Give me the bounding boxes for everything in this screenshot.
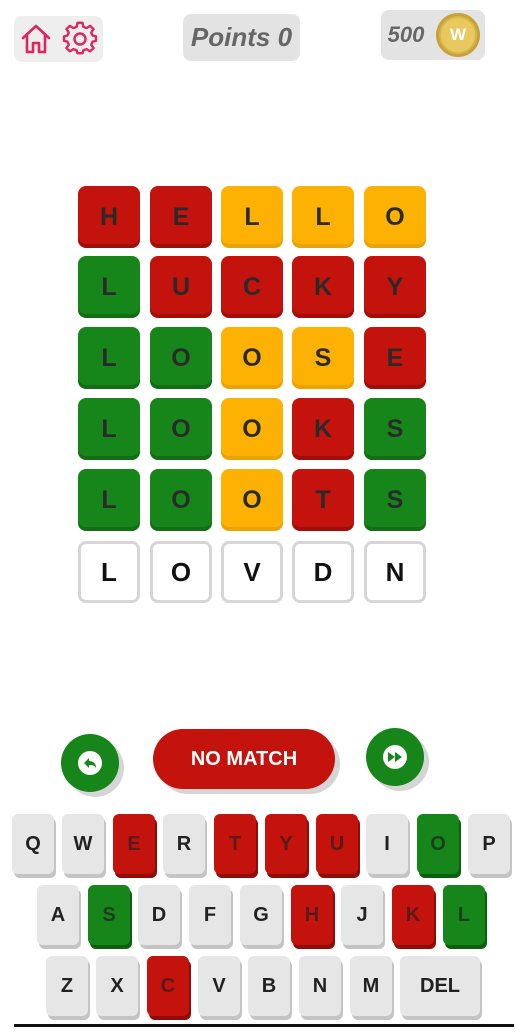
letter-tile: O bbox=[364, 186, 426, 248]
undo-icon bbox=[78, 751, 102, 775]
guess-row: LOOSE bbox=[78, 327, 430, 389]
current-guess-row: LOVDN bbox=[78, 541, 430, 603]
key-j[interactable]: J bbox=[341, 885, 383, 945]
key-v[interactable]: V bbox=[198, 956, 240, 1016]
fast-forward-icon bbox=[383, 745, 407, 769]
letter-tile: S bbox=[364, 469, 426, 531]
key-h[interactable]: H bbox=[291, 885, 333, 945]
divider bbox=[14, 1024, 514, 1027]
key-k[interactable]: K bbox=[392, 885, 434, 945]
nav-pill bbox=[14, 16, 103, 62]
key-r[interactable]: R bbox=[163, 814, 205, 874]
letter-tile: T bbox=[292, 469, 354, 531]
key-z[interactable]: Z bbox=[46, 956, 88, 1016]
guess-row: LUCKY bbox=[78, 256, 430, 318]
key-p[interactable]: P bbox=[468, 814, 510, 874]
letter-tile: S bbox=[292, 327, 354, 389]
keyboard-row: QWERTYUIOP bbox=[0, 814, 516, 878]
coin-icon: W bbox=[436, 13, 480, 57]
letter-tile: O bbox=[221, 327, 283, 389]
key-x[interactable]: X bbox=[96, 956, 138, 1016]
keyboard-row: Z X C V B N M DEL bbox=[0, 956, 516, 1020]
top-bar: Points 0 500 W bbox=[0, 0, 516, 80]
key-f[interactable]: F bbox=[189, 885, 231, 945]
back-button[interactable] bbox=[61, 734, 119, 792]
guess-row: HELLO bbox=[78, 186, 430, 248]
letter-tile: L bbox=[292, 186, 354, 248]
gear-icon[interactable] bbox=[62, 21, 98, 57]
letter-tile: H bbox=[78, 186, 140, 248]
letter-tile: E bbox=[150, 186, 212, 248]
key-q[interactable]: Q bbox=[12, 814, 54, 874]
status-banner: NO MATCH bbox=[153, 729, 335, 789]
key-l[interactable]: L bbox=[443, 885, 485, 945]
key-d[interactable]: D bbox=[138, 885, 180, 945]
letter-tile: O bbox=[150, 469, 212, 531]
skip-button[interactable] bbox=[366, 728, 424, 786]
letter-tile: E bbox=[364, 327, 426, 389]
key-t[interactable]: T bbox=[214, 814, 256, 874]
key-a[interactable]: A bbox=[37, 885, 79, 945]
key-n[interactable]: N bbox=[299, 956, 341, 1016]
letter-tile: U bbox=[150, 256, 212, 318]
points-display: Points 0 bbox=[183, 14, 300, 61]
letter-tile: L bbox=[78, 541, 140, 603]
letter-tile: O bbox=[150, 327, 212, 389]
letter-tile: L bbox=[78, 327, 140, 389]
key-u[interactable]: U bbox=[316, 814, 358, 874]
letter-tile: O bbox=[221, 469, 283, 531]
coin-amount: 500 bbox=[387, 22, 425, 47]
key-g[interactable]: G bbox=[240, 885, 282, 945]
letter-tile: V bbox=[221, 541, 283, 603]
guess-row: LOOTS bbox=[78, 469, 430, 531]
key-m[interactable]: M bbox=[350, 956, 392, 1016]
key-s[interactable]: S bbox=[88, 885, 130, 945]
key-e[interactable]: E bbox=[113, 814, 155, 874]
coin-balance[interactable]: 500 W bbox=[381, 10, 485, 60]
keyboard-row: ASDFGHJKL bbox=[0, 885, 516, 949]
coin-letter: W bbox=[441, 18, 475, 52]
letter-tile: O bbox=[150, 541, 212, 603]
letter-tile: O bbox=[150, 398, 212, 460]
guess-row: LOOKS bbox=[78, 398, 430, 460]
key-b[interactable]: B bbox=[248, 956, 290, 1016]
letter-tile: L bbox=[78, 469, 140, 531]
letter-tile: K bbox=[292, 256, 354, 318]
key-w[interactable]: W bbox=[62, 814, 104, 874]
key-c[interactable]: C bbox=[147, 956, 189, 1016]
letter-tile: D bbox=[292, 541, 354, 603]
key-y[interactable]: Y bbox=[265, 814, 307, 874]
letter-tile: L bbox=[78, 256, 140, 318]
key-o[interactable]: O bbox=[417, 814, 459, 874]
letter-tile: C bbox=[221, 256, 283, 318]
letter-tile: K bbox=[292, 398, 354, 460]
delete-key[interactable]: DEL bbox=[400, 956, 480, 1016]
letter-tile: L bbox=[78, 398, 140, 460]
letter-tile: L bbox=[221, 186, 283, 248]
key-i[interactable]: I bbox=[366, 814, 408, 874]
letter-tile: N bbox=[364, 541, 426, 603]
letter-tile: Y bbox=[364, 256, 426, 318]
letter-tile: O bbox=[221, 398, 283, 460]
letter-tile: S bbox=[364, 398, 426, 460]
home-icon[interactable] bbox=[18, 21, 54, 57]
